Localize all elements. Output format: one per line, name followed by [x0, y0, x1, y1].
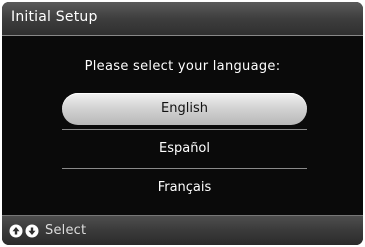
select-hint-label: Select	[45, 223, 87, 238]
down-arrow-button-icon	[25, 224, 39, 238]
up-arrow-button-icon	[9, 224, 23, 238]
language-option-francais[interactable]: Français	[62, 169, 307, 207]
language-prompt: Please select your language:	[84, 59, 281, 74]
setup-screen: Initial Setup Please select your languag…	[2, 2, 363, 245]
footer-bar: Select	[2, 215, 363, 245]
page-title: Initial Setup	[11, 9, 98, 25]
language-option-english[interactable]: English	[62, 93, 307, 125]
language-panel: Please select your language: English Esp…	[2, 36, 363, 216]
language-list: English Español Français	[62, 91, 307, 207]
navigation-hint	[9, 224, 39, 238]
title-bar: Initial Setup	[2, 2, 363, 36]
language-option-espanol[interactable]: Español	[62, 130, 307, 168]
